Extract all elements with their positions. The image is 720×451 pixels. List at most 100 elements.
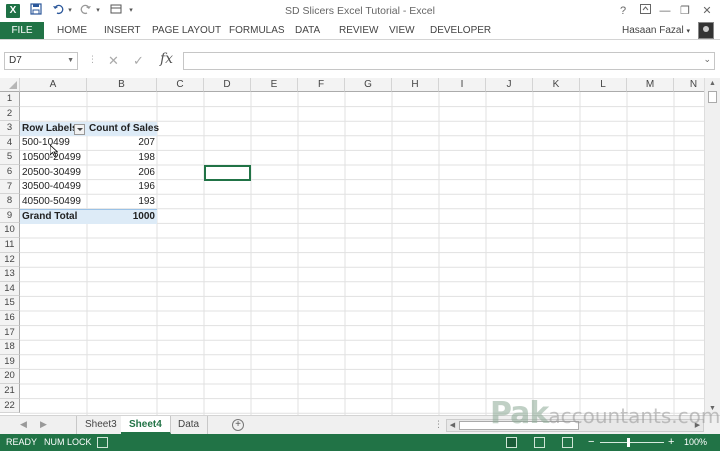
column-header-f[interactable]: F <box>298 78 345 92</box>
page-break-preview-icon[interactable] <box>562 437 573 448</box>
save-icon[interactable] <box>28 3 44 19</box>
customize-qat-icon[interactable]: ▾ <box>126 3 136 19</box>
redo-dropdown-icon[interactable]: ▾ <box>94 3 102 19</box>
active-cell[interactable] <box>204 164 251 182</box>
column-header-k[interactable]: K <box>533 78 580 92</box>
pivot-item-value[interactable]: 193 <box>87 195 157 210</box>
pivot-item-label[interactable]: 30500-40499 <box>20 180 87 195</box>
row-header-3[interactable]: 3 <box>0 121 20 136</box>
select-all-button[interactable] <box>0 78 20 92</box>
cancel-icon[interactable]: ✕ <box>108 53 119 69</box>
column-header-d[interactable]: D <box>204 78 251 92</box>
formula-input[interactable]: ⌄ <box>183 52 715 70</box>
ribbon-display-options-icon[interactable] <box>636 3 654 19</box>
row-header-7[interactable]: 7 <box>0 179 20 195</box>
row-header-9[interactable]: 9 <box>0 208 20 224</box>
help-button[interactable]: ? <box>614 3 632 19</box>
row-header-5[interactable]: 5 <box>0 150 20 165</box>
pivot-item-value[interactable]: 207 <box>87 136 157 151</box>
tab-data[interactable]: DATA <box>295 22 320 39</box>
column-header-i[interactable]: I <box>439 78 486 92</box>
row-header-22[interactable]: 22 <box>0 398 20 414</box>
column-header-n[interactable]: N <box>674 78 704 92</box>
column-header-m[interactable]: M <box>627 78 674 92</box>
pivot-grand-total-value[interactable]: 1000 <box>87 209 157 224</box>
sheet-tab-sheet4[interactable]: Sheet4 <box>121 416 171 434</box>
zoom-slider-thumb[interactable] <box>627 438 630 447</box>
name-box[interactable]: D7 ▼ <box>4 52 78 70</box>
page-layout-view-icon[interactable] <box>534 437 545 448</box>
row-header-16[interactable]: 16 <box>0 311 20 326</box>
pivot-item-label[interactable]: 20500-30499 <box>20 166 87 181</box>
prev-sheet-icon[interactable]: ◀ <box>20 419 27 430</box>
row-header-11[interactable]: 11 <box>0 238 20 253</box>
zoom-level[interactable]: 100% <box>684 434 707 451</box>
tab-insert[interactable]: INSERT <box>104 22 141 39</box>
undo-icon[interactable] <box>50 3 66 19</box>
column-header-a[interactable]: A <box>20 78 87 92</box>
row-header-15[interactable]: 15 <box>0 296 20 311</box>
row-header-13[interactable]: 13 <box>0 267 20 282</box>
pivot-row-labels-header[interactable]: Row Labels <box>20 121 87 137</box>
pivot-item-value[interactable]: 196 <box>87 180 157 195</box>
vertical-scrollbar[interactable]: ▲ ▼ <box>704 78 720 415</box>
restore-button[interactable]: ❐ <box>676 3 694 19</box>
user-account[interactable]: Hasaan Fazal ▾ <box>622 22 690 39</box>
formula-bar-grip-icon[interactable]: ⋮ <box>88 54 97 65</box>
minimize-button[interactable]: — <box>656 3 674 19</box>
row-header-8[interactable]: 8 <box>0 194 20 209</box>
form-icon[interactable] <box>108 3 124 19</box>
column-header-b[interactable]: B <box>87 78 157 92</box>
pivot-item-value[interactable]: 206 <box>87 166 157 181</box>
insert-function-icon[interactable]: fx <box>160 51 173 67</box>
pivot-count-header[interactable]: Count of Sales <box>87 121 159 137</box>
row-header-18[interactable]: 18 <box>0 340 20 355</box>
enter-icon[interactable]: ✓ <box>133 53 144 69</box>
row-header-17[interactable]: 17 <box>0 325 20 341</box>
worksheet-grid[interactable]: ABCDEFGHIJKLMN 1 2 3 4 5 6 7 8 9 10 11 12 13 14 15 16 17… <box>0 78 704 415</box>
tab-split-grip-icon[interactable]: ⋮ <box>434 419 443 430</box>
next-sheet-icon[interactable]: ▶ <box>40 419 47 430</box>
tab-developer[interactable]: DEVELOPER <box>430 22 491 39</box>
sheet-tab-sheet3[interactable]: Sheet3 <box>76 416 126 434</box>
column-header-g[interactable]: G <box>345 78 392 92</box>
zoom-out-button[interactable]: − <box>588 434 594 451</box>
close-button[interactable]: ✕ <box>698 3 716 19</box>
row-header-10[interactable]: 10 <box>0 223 20 238</box>
redo-icon[interactable] <box>78 3 94 19</box>
column-header-e[interactable]: E <box>251 78 298 92</box>
row-labels-filter-button[interactable] <box>74 123 85 135</box>
row-header-2[interactable]: 2 <box>0 106 20 122</box>
row-header-21[interactable]: 21 <box>0 384 20 399</box>
macro-record-icon[interactable] <box>97 437 108 448</box>
scroll-up-icon[interactable]: ▲ <box>705 78 720 90</box>
name-box-dropdown-icon[interactable]: ▼ <box>67 53 74 69</box>
zoom-slider[interactable] <box>600 442 664 443</box>
tab-review[interactable]: REVIEW <box>339 22 378 39</box>
row-header-20[interactable]: 20 <box>0 369 20 384</box>
column-header-j[interactable]: J <box>486 78 533 92</box>
zoom-in-button[interactable]: + <box>668 434 674 451</box>
row-header-1[interactable]: 1 <box>0 92 20 107</box>
row-header-6[interactable]: 6 <box>0 165 20 180</box>
pivot-item-value[interactable]: 198 <box>87 151 157 166</box>
tab-view[interactable]: VIEW <box>389 22 415 39</box>
pivot-grand-total-label[interactable]: Grand Total <box>20 209 87 224</box>
normal-view-icon[interactable] <box>506 437 517 448</box>
row-header-12[interactable]: 12 <box>0 252 20 268</box>
tab-page-layout[interactable]: PAGE LAYOUT <box>152 22 221 39</box>
sheet-tab-data[interactable]: Data <box>170 416 209 434</box>
scroll-left-icon[interactable]: ◀ <box>447 420 458 431</box>
column-header-l[interactable]: L <box>580 78 627 92</box>
row-header-4[interactable]: 4 <box>0 135 20 151</box>
tab-home[interactable]: HOME <box>57 22 87 39</box>
column-header-h[interactable]: H <box>392 78 439 92</box>
vertical-scroll-thumb[interactable] <box>708 91 717 103</box>
row-header-19[interactable]: 19 <box>0 354 20 370</box>
undo-dropdown-icon[interactable]: ▾ <box>66 3 74 19</box>
column-header-c[interactable]: C <box>157 78 204 92</box>
expand-formula-bar-icon[interactable]: ⌄ <box>703 54 711 65</box>
pivot-item-label[interactable]: 40500-50499 <box>20 195 87 210</box>
file-tab[interactable]: FILE <box>0 22 44 39</box>
avatar[interactable] <box>698 22 714 39</box>
